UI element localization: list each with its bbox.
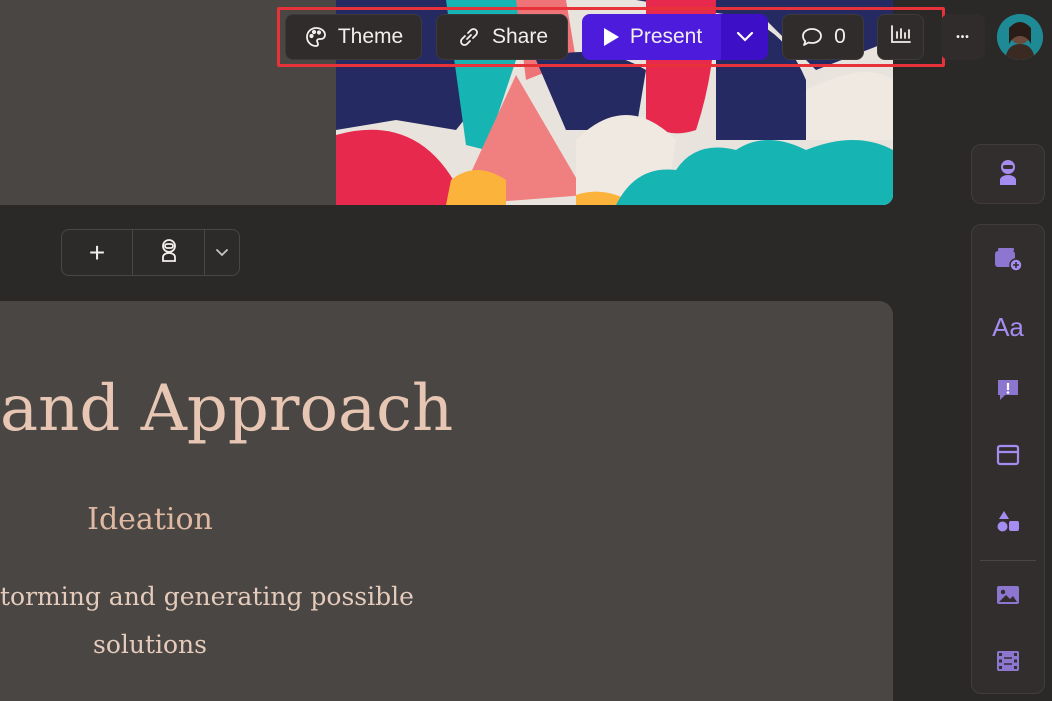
- text-styles-button[interactable]: Aa: [985, 304, 1031, 350]
- present-button[interactable]: Present: [582, 14, 722, 60]
- avatar[interactable]: [997, 14, 1043, 60]
- callout-icon: [995, 377, 1021, 408]
- comment-icon: [800, 26, 824, 48]
- slide-title[interactable]: and Approach: [0, 372, 453, 446]
- slide-body-line-1[interactable]: torming and generating possible: [0, 578, 414, 616]
- robot-icon: [157, 237, 181, 268]
- play-icon: [602, 27, 620, 47]
- share-button[interactable]: Share: [436, 14, 568, 60]
- layout-icon: [995, 442, 1021, 473]
- palette-icon: [304, 25, 328, 49]
- share-label: Share: [491, 25, 549, 48]
- text-styles-icon: Aa: [992, 311, 1024, 342]
- add-card-button[interactable]: [985, 238, 1031, 284]
- theme-label: Theme: [337, 25, 404, 48]
- present-options-button[interactable]: [721, 14, 768, 60]
- slide-subtitle[interactable]: Ideation: [0, 502, 300, 537]
- link-icon: [456, 25, 482, 49]
- video-icon: [995, 649, 1021, 678]
- comments-button[interactable]: 0: [782, 14, 864, 60]
- plus-icon: +: [88, 236, 106, 268]
- more-options-button[interactable]: •••: [941, 14, 985, 60]
- chevron-down-icon: [215, 244, 229, 262]
- rail-divider: [980, 560, 1036, 561]
- ai-assist-button[interactable]: [133, 230, 206, 275]
- chevron-down-icon: [735, 25, 755, 49]
- more-icon: •••: [956, 31, 970, 43]
- theme-button[interactable]: Theme: [285, 14, 422, 60]
- comments-count: 0: [834, 25, 846, 48]
- layout-button[interactable]: [985, 434, 1031, 480]
- callout-button[interactable]: [985, 369, 1031, 415]
- slide-body-line-2[interactable]: solutions: [0, 626, 300, 664]
- block-toolbar: +: [61, 229, 240, 276]
- add-card-icon: [992, 245, 1024, 278]
- robot-icon: [995, 158, 1021, 191]
- image-icon: [995, 583, 1021, 612]
- ai-rail-button[interactable]: [971, 144, 1045, 204]
- image-button[interactable]: [985, 574, 1031, 620]
- shapes-button[interactable]: [985, 500, 1031, 546]
- shapes-icon: [995, 508, 1021, 539]
- bar-chart-icon: [889, 23, 913, 51]
- add-block-button[interactable]: +: [62, 230, 134, 275]
- ai-options-button[interactable]: [205, 230, 239, 275]
- present-label: Present: [629, 25, 703, 48]
- analytics-button[interactable]: [877, 14, 924, 60]
- video-button[interactable]: [985, 640, 1031, 686]
